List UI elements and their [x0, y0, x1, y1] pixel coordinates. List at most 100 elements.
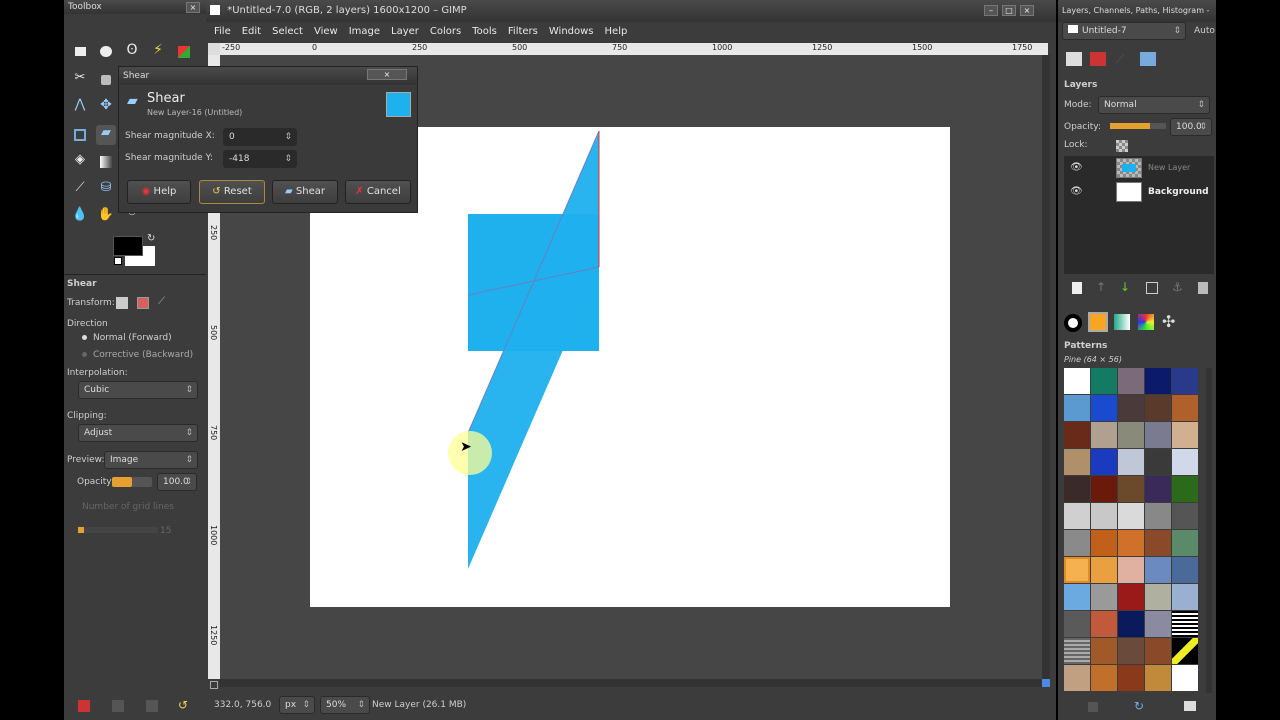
help-button[interactable]: ◉ Help	[127, 180, 191, 204]
pattern-swatch[interactable]	[1172, 422, 1198, 448]
edit-pattern-icon[interactable]	[1088, 702, 1098, 712]
layer-opacity-spin[interactable]: 100.0	[1170, 118, 1212, 136]
transform-selection-icon[interactable]	[137, 297, 149, 309]
pattern-swatch[interactable]	[1118, 422, 1144, 448]
pattern-swatch[interactable]	[1118, 611, 1144, 637]
shear-dialog-close-button[interactable]: ×	[367, 69, 407, 80]
gradients-tab-icon[interactable]	[1114, 314, 1130, 330]
mode-select[interactable]: Normal	[1098, 96, 1210, 114]
pattern-swatch[interactable]	[1172, 557, 1198, 583]
menu-layer[interactable]: Layer	[391, 26, 419, 37]
layer-name[interactable]: New Layer	[1148, 163, 1190, 172]
restore-options-icon[interactable]	[112, 700, 124, 712]
patterns-tab-icon[interactable]	[1088, 312, 1108, 332]
menu-colors[interactable]: Colors	[430, 26, 461, 37]
minimize-button[interactable]: –	[984, 5, 998, 16]
refresh-patterns-icon[interactable]: ↻	[1134, 699, 1144, 713]
menu-file[interactable]: File	[214, 26, 231, 37]
pattern-swatch[interactable]	[1118, 503, 1144, 529]
swap-colors-icon[interactable]: ↻	[147, 233, 155, 244]
fuzzy-select-tool-icon[interactable]: ⚡	[148, 42, 168, 62]
pattern-swatch[interactable]	[1091, 476, 1117, 502]
pattern-swatch[interactable]	[1145, 584, 1171, 610]
pattern-swatch[interactable]	[1118, 449, 1144, 475]
pattern-swatch[interactable]	[1145, 503, 1171, 529]
pattern-swatch[interactable]	[1091, 368, 1117, 394]
menu-filters[interactable]: Filters	[508, 26, 538, 37]
pattern-swatch[interactable]	[1172, 638, 1198, 664]
measure-tool-icon[interactable]: ⋀	[70, 97, 90, 117]
pattern-swatch[interactable]	[1145, 557, 1171, 583]
direction-normal-label[interactable]: Normal (Forward)	[93, 333, 172, 343]
pattern-swatch[interactable]	[1091, 449, 1117, 475]
pattern-swatch[interactable]	[1064, 395, 1090, 421]
pattern-swatch[interactable]	[1118, 395, 1144, 421]
free-select-tool-icon[interactable]: ʘ	[122, 42, 142, 62]
palettes-tab-icon[interactable]	[1138, 314, 1154, 330]
menu-help[interactable]: Help	[605, 26, 628, 37]
brushes-tab-icon[interactable]	[1064, 314, 1082, 332]
select-by-color-tool-icon[interactable]	[174, 42, 194, 62]
rect-select-tool-icon[interactable]	[70, 42, 90, 62]
save-options-icon[interactable]	[78, 700, 90, 712]
grid-lines-slider[interactable]	[78, 527, 158, 533]
pattern-swatch[interactable]	[1091, 638, 1117, 664]
pattern-swatch[interactable]	[1118, 476, 1144, 502]
visibility-eye-icon[interactable]: 👁	[1070, 162, 1083, 173]
perspective-tool-icon[interactable]: ◈	[70, 152, 90, 172]
shear-button[interactable]: ▰ Shear	[272, 180, 338, 204]
pattern-swatch[interactable]	[1091, 557, 1117, 583]
shear-tool-icon[interactable]: ▰	[96, 125, 116, 145]
transform-path-icon[interactable]: ⟋	[158, 296, 165, 307]
menu-windows[interactable]: Windows	[549, 26, 594, 37]
vertical-scrollbar[interactable]	[1042, 55, 1050, 679]
pattern-swatch[interactable]	[1064, 611, 1090, 637]
layer-name[interactable]: Background	[1148, 187, 1209, 197]
pattern-swatch[interactable]	[1064, 557, 1090, 583]
layer-opacity-slider[interactable]	[1110, 123, 1166, 129]
pattern-swatch[interactable]	[1145, 665, 1171, 691]
pattern-swatch[interactable]	[1091, 530, 1117, 556]
pattern-swatch[interactable]	[1172, 395, 1198, 421]
pattern-swatch[interactable]	[1064, 584, 1090, 610]
layer-row[interactable]: 👁 New Layer	[1064, 156, 1214, 180]
pattern-swatch[interactable]	[1172, 503, 1198, 529]
pattern-swatch[interactable]	[1064, 638, 1090, 664]
duplicate-layer-icon[interactable]	[1146, 282, 1158, 294]
toolbox-close-button[interactable]: ×	[186, 2, 200, 13]
shear-magnitude-y-input[interactable]: -418	[223, 150, 297, 168]
visibility-eye-icon[interactable]: 👁	[1070, 186, 1083, 197]
direction-corrective-radio[interactable]	[82, 352, 87, 357]
image-selector[interactable]: Untitled-7	[1062, 22, 1186, 40]
menu-view[interactable]: View	[314, 26, 338, 37]
layers-tab-icon[interactable]	[1066, 52, 1082, 66]
menu-edit[interactable]: Edit	[242, 26, 261, 37]
reset-options-icon[interactable]: ↺	[178, 698, 188, 712]
pattern-swatch[interactable]	[1172, 476, 1198, 502]
pattern-swatch[interactable]	[1064, 476, 1090, 502]
quickmask-icon[interactable]	[210, 681, 218, 689]
paintbrush-tool-icon[interactable]: ⟋	[70, 180, 90, 200]
foreground-color-swatch[interactable]	[113, 236, 143, 256]
pattern-swatch[interactable]	[1118, 530, 1144, 556]
maximize-button[interactable]: □	[1002, 5, 1016, 16]
pattern-swatch[interactable]	[1091, 665, 1117, 691]
align-tool-icon[interactable]	[70, 125, 90, 145]
pattern-swatch[interactable]	[1145, 368, 1171, 394]
blend-tool-icon[interactable]	[96, 152, 116, 172]
raise-layer-icon[interactable]: ↑	[1096, 280, 1106, 294]
pattern-swatch[interactable]	[1064, 368, 1090, 394]
smudge-tool-icon[interactable]: ✋	[96, 207, 116, 227]
anchor-layer-icon[interactable]: ⚓	[1172, 280, 1183, 294]
menu-select[interactable]: Select	[272, 26, 303, 37]
delete-options-icon[interactable]	[146, 700, 158, 712]
foreground-select-tool-icon[interactable]	[96, 70, 116, 90]
new-layer-icon[interactable]	[1072, 282, 1082, 294]
reset-button[interactable]: ↺ Reset	[199, 180, 265, 204]
pattern-swatch[interactable]	[1091, 422, 1117, 448]
menu-tools[interactable]: Tools	[472, 26, 497, 37]
pattern-swatch[interactable]	[1118, 665, 1144, 691]
delete-layer-icon[interactable]	[1198, 282, 1208, 294]
navigate-icon[interactable]	[1042, 679, 1050, 687]
patterns-scrollbar[interactable]	[1206, 368, 1212, 693]
